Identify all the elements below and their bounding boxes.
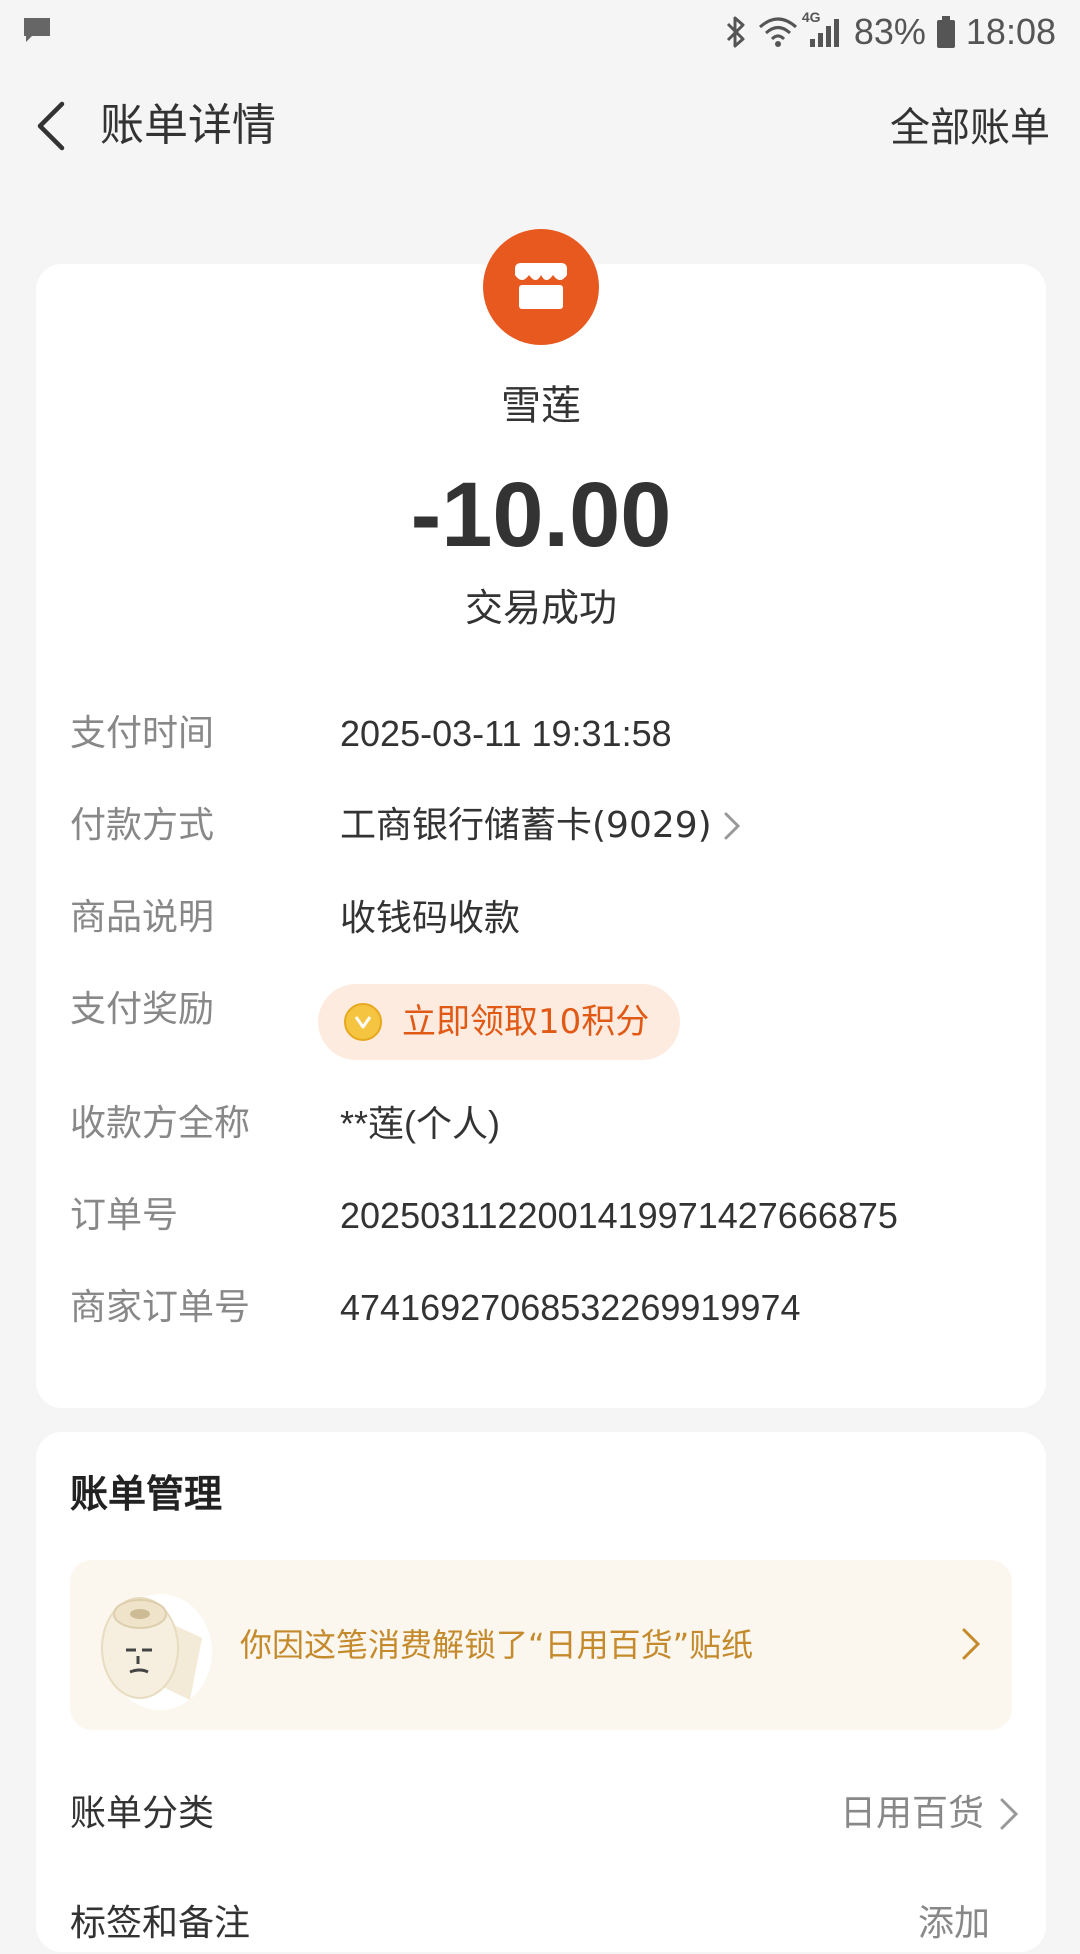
battery-icon <box>936 15 956 49</box>
merchant-avatar <box>483 229 599 345</box>
row-label: 付款方式 <box>70 805 215 846</box>
detail-row-order-no: 订单号 2025031122001419971427666875 <box>70 1186 1010 1246</box>
back-arrow-icon <box>37 101 65 151</box>
battery-percent: 83% <box>853 11 926 52</box>
category-selector[interactable]: 日用百货 <box>840 1784 1020 1844</box>
row-value: 2025-03-11 19:31:58 <box>340 713 672 754</box>
row-value: **莲(个人) <box>340 1103 500 1144</box>
row-label: 收款方全称 <box>70 1103 251 1144</box>
category-value: 日用百货 <box>839 1793 984 1834</box>
signal-icon: 4G <box>802 9 844 49</box>
reward-text: 立即领取10积分 <box>402 1002 650 1042</box>
payment-method-value[interactable]: 工商银行储蓄卡(9029) <box>340 796 742 856</box>
add-tag-button[interactable]: 添加 <box>918 1894 990 1954</box>
status-right: 4G 83% 18:08 <box>724 9 1056 54</box>
toilet-paper-sticker-icon <box>90 1578 220 1714</box>
chevron-right-icon <box>1000 1798 1019 1830</box>
detail-row-payee: 收款方全称 **莲(个人) <box>70 1094 1010 1154</box>
network-type: 4G <box>801 9 821 25</box>
detail-row-pay-time: 支付时间 2025-03-11 19:31:58 <box>70 704 1010 764</box>
sticker-text: 你因这笔消费解锁了“日用百货”贴纸 <box>240 1626 754 1664</box>
row-label: 订单号 <box>70 1195 179 1236</box>
back-button[interactable] <box>20 94 84 158</box>
store-icon <box>515 263 567 309</box>
detail-row-description: 商品说明 收钱码收款 <box>70 888 1010 948</box>
message-icon <box>22 16 52 42</box>
status-bar: 4G 83% 18:08 <box>0 0 1080 64</box>
row-value: 474169270685322699199​74 <box>340 1287 801 1328</box>
transaction-status: 交易成功 <box>464 586 617 630</box>
claim-reward-button[interactable]: 立即领取10积分 <box>318 984 680 1060</box>
chevron-right-icon <box>724 812 740 840</box>
row-label: 商品说明 <box>70 897 215 938</box>
header: 账单详情 全部账单 <box>0 64 1080 188</box>
sticker-banner[interactable]: 你因这笔消费解锁了“日用百货”贴纸 <box>70 1560 1012 1730</box>
all-bills-link[interactable]: 全部账单 <box>890 98 1050 158</box>
wifi-icon <box>758 15 798 49</box>
page-title: 账单详情 <box>100 100 276 151</box>
coin-icon <box>344 1003 382 1041</box>
detail-row-merchant-order-no: 商家订单号 474169270685322699199​74 <box>70 1278 1010 1338</box>
row-value: 收钱码收款 <box>340 897 521 938</box>
detail-row-payment-method[interactable]: 付款方式 工商银行储蓄卡(9029) <box>70 796 1010 856</box>
row-label: 支付奖励 <box>70 989 215 1030</box>
transaction-amount: -10.00 <box>410 464 672 566</box>
category-label: 账单分类 <box>70 1793 215 1834</box>
bluetooth-icon <box>724 15 748 49</box>
row-value-text: 工商银行储蓄卡(9029) <box>340 805 712 846</box>
row-label: 支付时间 <box>70 713 215 754</box>
row-label: 商家订单号 <box>70 1287 251 1328</box>
clock: 18:08 <box>965 11 1056 52</box>
section-title: 账单管理 <box>70 1472 223 1516</box>
tags-label: 标签和备注 <box>70 1903 251 1944</box>
row-value: 2025031122001419971427666875 <box>340 1195 898 1236</box>
merchant-name: 雪莲 <box>501 383 581 429</box>
chevron-right-icon <box>962 1628 981 1660</box>
